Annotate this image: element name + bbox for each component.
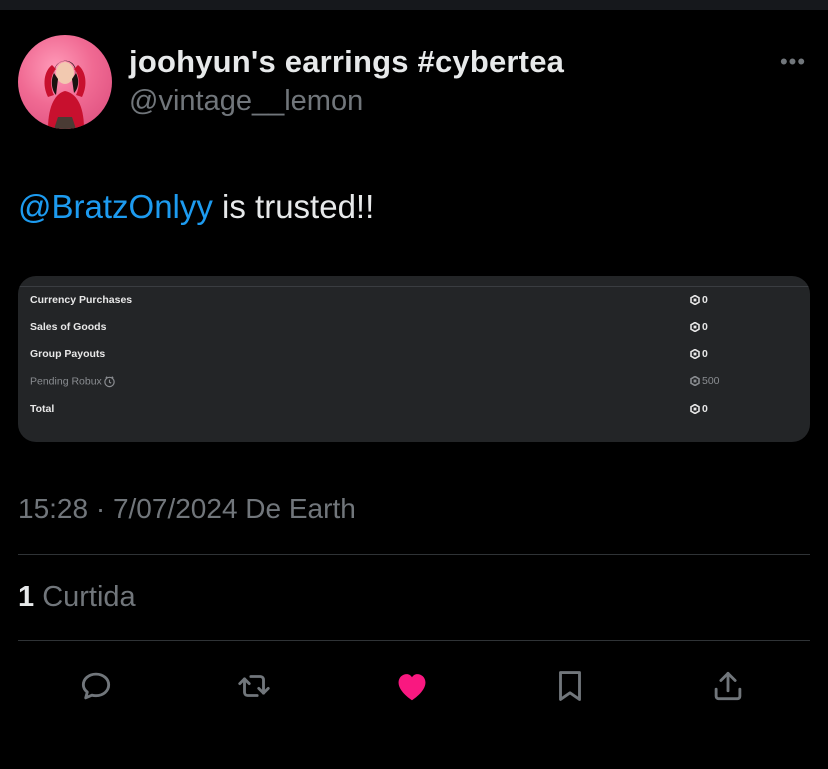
- avatar-image: [44, 60, 86, 129]
- row-amount: 500: [690, 375, 720, 387]
- robux-icon: [690, 295, 700, 305]
- media-row: Group Payouts 0: [30, 344, 798, 364]
- tweet-body: is trusted!!: [212, 188, 375, 225]
- author-handle[interactable]: @vintage__lemon: [129, 85, 363, 118]
- row-amount: 0: [690, 321, 708, 333]
- header-divider: [18, 286, 810, 287]
- like-button[interactable]: [392, 666, 432, 706]
- more-options-icon[interactable]: •••: [774, 49, 812, 74]
- reply-button[interactable]: [76, 666, 116, 706]
- bookmark-icon: [559, 671, 581, 701]
- top-bar: [0, 0, 828, 10]
- retweet-button[interactable]: [234, 666, 274, 706]
- row-label: Group Payouts: [30, 348, 106, 360]
- cropped-header: [30, 276, 798, 280]
- divider: [18, 554, 810, 555]
- media-image[interactable]: Currency Purchases 0 Sales of Goods 0 Gr…: [18, 276, 810, 442]
- mention-link[interactable]: @BratzOnlyy: [18, 188, 213, 225]
- likes-count[interactable]: 1 Curtida: [18, 581, 136, 614]
- row-label: Sales of Goods: [30, 321, 107, 333]
- robux-icon: [690, 404, 700, 414]
- share-icon: [714, 671, 742, 701]
- row-amount: 0: [690, 294, 708, 306]
- share-button[interactable]: [708, 666, 748, 706]
- media-row: Sales of Goods 0: [30, 317, 798, 337]
- media-row: Total 0: [30, 399, 798, 419]
- robux-icon: [690, 376, 700, 386]
- media-row: Currency Purchases 0: [30, 290, 798, 310]
- avatar[interactable]: [18, 35, 112, 129]
- row-label: Pending Robux: [30, 375, 116, 388]
- media-row: Pending Robux 500: [30, 371, 798, 391]
- row-amount: 0: [690, 348, 708, 360]
- row-label: Currency Purchases: [30, 294, 133, 306]
- clock-icon: [104, 376, 115, 388]
- bookmark-button[interactable]: [550, 666, 590, 706]
- tweet-timestamp[interactable]: 15:28 · 7/07/2024 De Earth: [18, 493, 356, 525]
- tweet-text: @BratzOnlyy is trusted!!: [18, 188, 374, 226]
- robux-icon: [690, 322, 700, 332]
- author-display-name[interactable]: joohyun's earrings #cybertea: [129, 44, 564, 80]
- divider: [18, 640, 810, 641]
- row-label: Total: [30, 403, 55, 415]
- reply-icon: [81, 672, 111, 700]
- retweet-icon: [238, 675, 270, 697]
- row-amount: 0: [690, 403, 708, 415]
- robux-icon: [690, 349, 700, 359]
- like-icon: [398, 674, 426, 701]
